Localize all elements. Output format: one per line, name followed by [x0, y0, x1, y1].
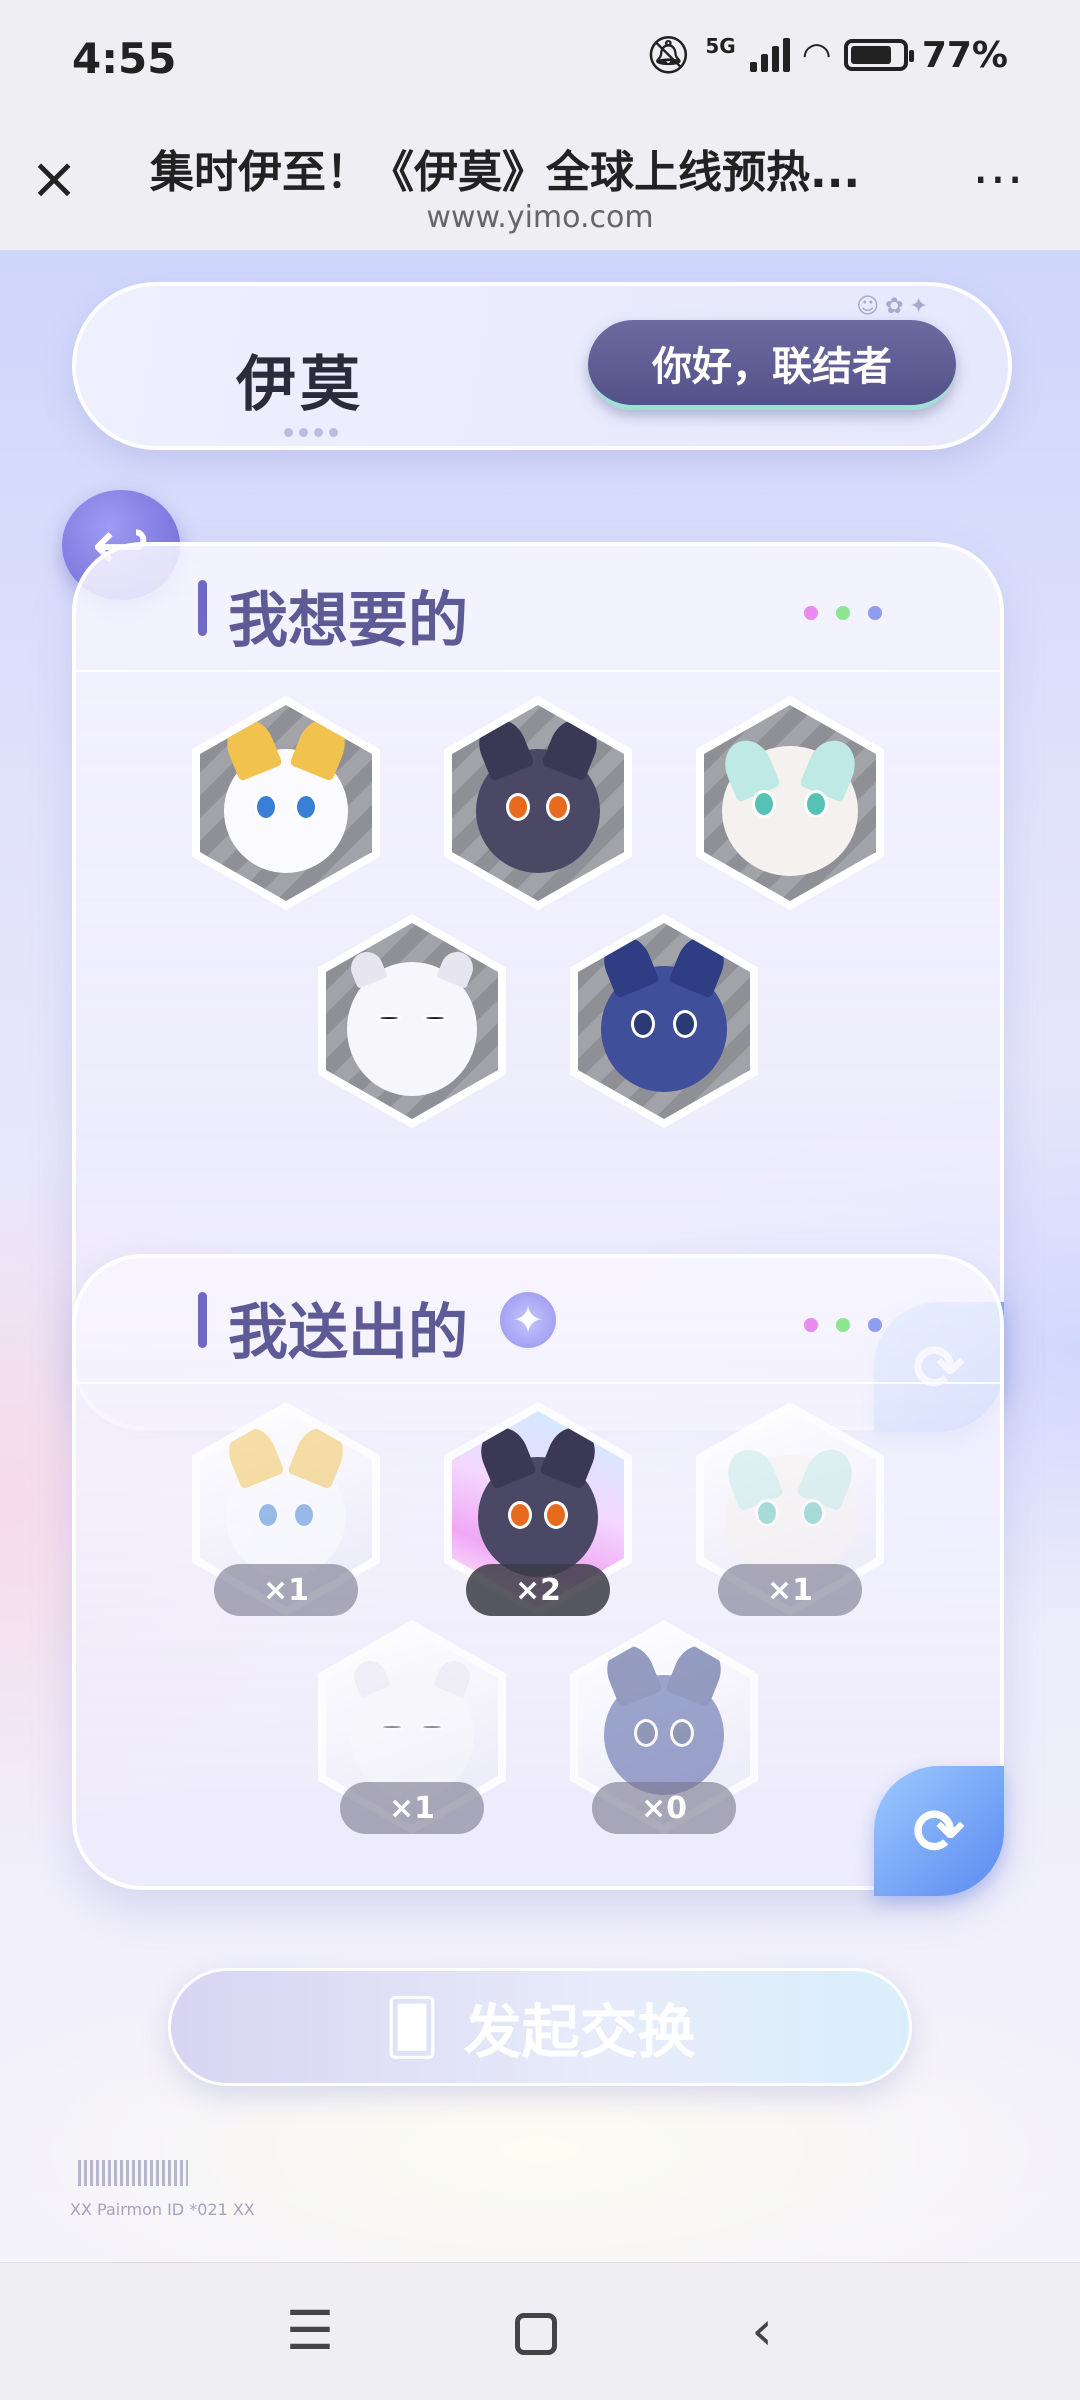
home-icon[interactable]	[496, 2291, 576, 2371]
footer-decoration: XX Pairmon ID *021 XX	[70, 2160, 520, 2240]
want-pet-slot[interactable]	[570, 914, 758, 1128]
battery-icon	[843, 39, 914, 71]
browser-header: × 集时伊至！《伊莫》全球上线预热... www.yimo.com ⋯	[0, 120, 1080, 250]
wifi-icon: ◠	[803, 35, 830, 75]
give-card-header: 我送出的 ✦	[76, 1258, 1000, 1384]
give-count-badge: ×1	[340, 1782, 484, 1834]
signal-icon	[749, 38, 790, 72]
want-pet-slot[interactable]	[318, 914, 506, 1128]
back-nav-icon[interactable]: ‹	[722, 2291, 802, 2371]
mute-icon: 🔕︎	[645, 35, 692, 76]
blue-squirrel-pet-icon	[596, 929, 732, 1092]
status-bar: 4:55 🔕︎ 5G ◠ 77%	[0, 0, 1080, 120]
banner-dots	[284, 428, 338, 437]
want-title: 我想要的	[228, 586, 468, 656]
top-banner: 伊莫 ☺✿✦ 你好，联结者	[72, 282, 1012, 450]
start-exchange-label: 发起交换	[463, 1998, 696, 2066]
white-otter-pet-icon	[346, 946, 478, 1096]
start-exchange-button[interactable]: 🂠 发起交换	[168, 1968, 912, 2086]
give-refresh-button[interactable]: ⟳	[874, 1766, 1004, 1896]
footer-tag: XX Pairmon ID *021 XX	[70, 2200, 255, 2219]
give-card-dots	[804, 1318, 882, 1332]
network-label: 5G	[705, 34, 736, 58]
give-count-badge: ×2	[466, 1564, 610, 1616]
fluffy-sheep-pet-icon	[720, 1442, 860, 1579]
status-icons: 🔕︎ 5G ◠ 77%	[646, 34, 1008, 76]
want-pet-slot[interactable]	[696, 696, 884, 910]
sparkle-icon: ✦	[500, 1292, 556, 1348]
web-content: 伊莫 ☺✿✦ 你好，联结者 ↩ 我想要的	[0, 250, 1080, 2262]
want-pet-slot[interactable]	[192, 696, 380, 910]
golden-white-pet-icon	[221, 1420, 351, 1577]
want-card-dots	[804, 606, 882, 620]
give-card: 我送出的 ✦ ×1 ×2 ×1 ×1 ×0 ⟳	[72, 1254, 1004, 1896]
give-count-badge: ×1	[214, 1564, 358, 1616]
white-otter-pet-icon	[349, 1655, 475, 1799]
give-count-badge: ×0	[592, 1782, 736, 1834]
golden-white-pet-icon	[219, 712, 353, 873]
title-accent-bar	[198, 580, 207, 636]
dark-fox-pet-icon	[471, 712, 605, 873]
clock: 4:55	[72, 34, 177, 83]
battery-percent: 77%	[921, 34, 1008, 76]
banner-deco-icons: ☺✿✦	[856, 294, 934, 319]
cards-icon: 🂠	[384, 1995, 440, 2059]
dark-fox-pet-icon	[473, 1420, 603, 1577]
greeting-button[interactable]: 你好，联结者	[588, 320, 956, 410]
want-card-header: 我想要的	[76, 546, 1000, 672]
want-pet-slot[interactable]	[444, 696, 632, 910]
menu-icon[interactable]: ☰	[270, 2291, 350, 2371]
give-title: 我送出的	[228, 1298, 468, 1368]
close-icon[interactable]: ×	[26, 149, 82, 207]
fluffy-sheep-pet-icon	[717, 733, 863, 876]
system-nav-bar: ☰ ‹	[0, 2262, 1080, 2400]
more-options-icon[interactable]: ⋯	[972, 153, 1026, 205]
blue-squirrel-pet-icon	[599, 1638, 729, 1795]
page-title: 集时伊至！《伊莫》全球上线预热...	[150, 147, 861, 198]
page-url: www.yimo.com	[426, 200, 654, 235]
barcode-graphic	[78, 2160, 188, 2186]
yimo-logo: 伊莫	[236, 350, 364, 420]
title-accent-bar	[198, 1292, 207, 1348]
give-count-badge: ×1	[718, 1564, 862, 1616]
